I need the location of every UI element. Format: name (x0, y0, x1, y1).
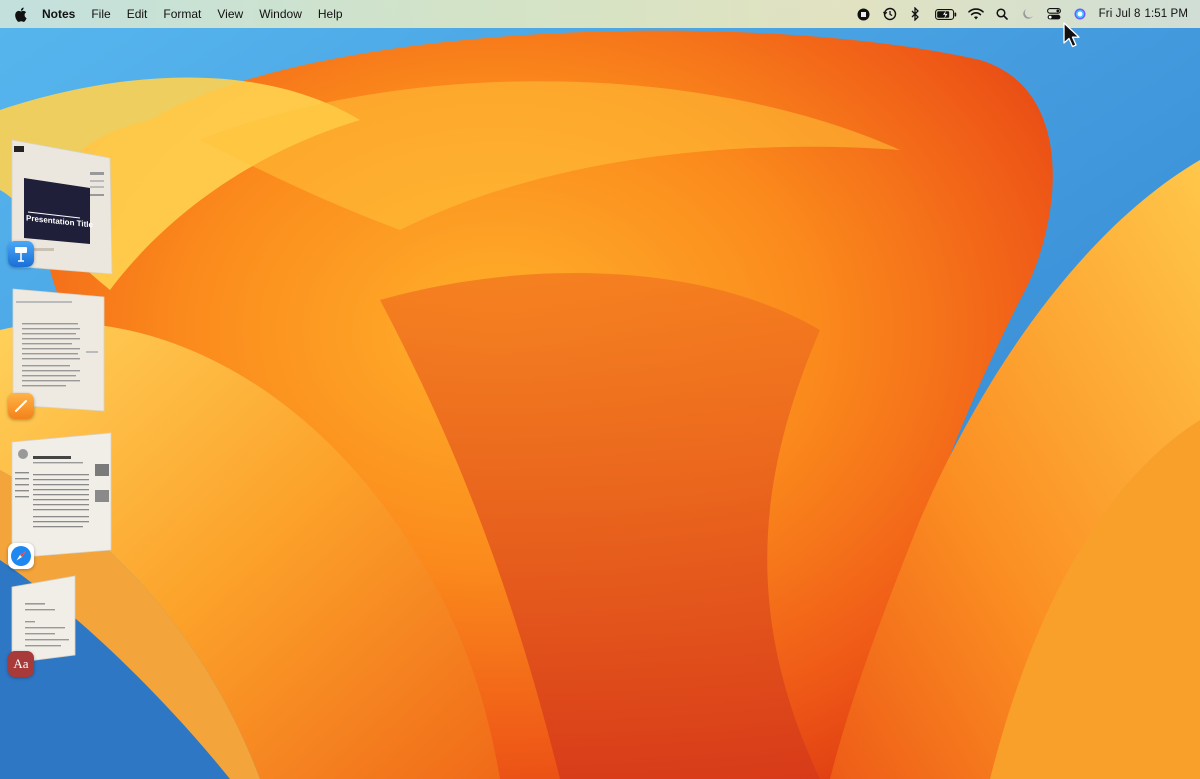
menu-window[interactable]: Window (251, 0, 310, 28)
apple-menu-icon[interactable] (14, 6, 28, 22)
desktop-wallpaper (0, 0, 1200, 779)
mouse-pointer-icon (1063, 22, 1080, 48)
spotlight-icon[interactable] (989, 0, 1015, 28)
clock-date: Fri Jul 8 (1098, 8, 1141, 20)
bluetooth-icon[interactable] (903, 0, 929, 28)
dictionary-icon: Aa (8, 651, 34, 677)
menu-file[interactable]: File (83, 0, 118, 28)
app-menu[interactable]: Notes (42, 0, 83, 28)
keynote-icon (8, 241, 34, 267)
menu-view[interactable]: View (209, 0, 251, 28)
safari-icon (8, 543, 34, 569)
wifi-icon[interactable] (963, 0, 989, 28)
pages-icon (8, 393, 34, 419)
focus-moon-icon[interactable] (1015, 0, 1041, 28)
time-machine-icon[interactable] (877, 0, 903, 28)
menu-help[interactable]: Help (310, 0, 351, 28)
menubar-clock[interactable]: Fri Jul 8 1:51 PM (1099, 8, 1188, 20)
menu-bar: Notes File Edit Format View Window Help (0, 0, 1200, 28)
screen-record-icon[interactable] (851, 0, 877, 28)
menu-format[interactable]: Format (155, 0, 209, 28)
dictionary-badge-label: Aa (13, 656, 29, 671)
battery-icon[interactable] (929, 0, 963, 28)
menu-edit[interactable]: Edit (119, 0, 156, 28)
clock-time: 1:51 PM (1144, 8, 1188, 20)
